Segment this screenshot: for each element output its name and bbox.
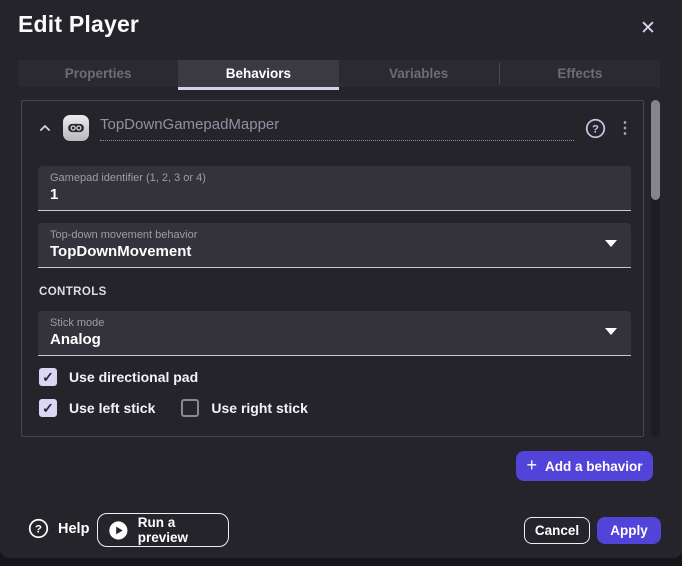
tab-effects[interactable]: Effects: [500, 60, 660, 87]
stick-mode-label: Stick mode: [50, 317, 619, 329]
svg-text:?: ?: [592, 123, 599, 135]
directional-pad-row: ✓ Use directional pad: [39, 367, 198, 387]
run-preview-button[interactable]: Run a preview: [97, 513, 229, 547]
tab-variables[interactable]: Variables: [339, 60, 499, 87]
add-behavior-label: Add a behavior: [545, 459, 643, 474]
apply-button[interactable]: Apply: [597, 517, 661, 544]
check-icon: ✓: [42, 401, 54, 415]
tab-bar: Properties Behaviors Variables Effects: [18, 60, 660, 87]
use-right-stick-checkbox[interactable]: ✓: [181, 399, 199, 417]
tab-behaviors[interactable]: Behaviors: [178, 60, 338, 87]
check-icon: ✓: [42, 370, 54, 384]
run-preview-label: Run a preview: [138, 515, 228, 545]
stick-checkbox-row: ✓ Use left stick ✓ Use right stick: [39, 398, 308, 418]
help-icon: ?: [28, 518, 49, 539]
use-left-stick-label: Use left stick: [69, 400, 155, 416]
dropdown-arrow-icon: [605, 240, 617, 247]
behavior-menu-icon[interactable]: ⋮: [617, 118, 631, 138]
controls-section-label: CONTROLS: [39, 286, 107, 298]
behavior-panel: TopDownGamepadMapper ? ⋮ Gamepad identif…: [21, 100, 644, 437]
help-label: Help: [58, 521, 89, 537]
stick-mode-select[interactable]: Stick mode Analog: [38, 311, 631, 356]
collapse-chevron-up-icon[interactable]: [38, 121, 52, 135]
movement-behavior-select[interactable]: Top-down movement behavior TopDownMoveme…: [38, 223, 631, 268]
gamepad-identifier-field[interactable]: Gamepad identifier (1, 2, 3 or 4) 1: [38, 166, 631, 211]
close-icon[interactable]: ✕: [636, 17, 660, 41]
gamepad-behavior-icon: [63, 115, 89, 141]
behavior-name-field[interactable]: TopDownGamepadMapper: [100, 116, 574, 141]
plus-icon: +: [526, 456, 537, 474]
svg-text:?: ?: [35, 523, 42, 535]
tab-properties[interactable]: Properties: [18, 60, 178, 87]
movement-behavior-value: TopDownMovement: [50, 243, 619, 260]
use-directional-pad-checkbox[interactable]: ✓: [39, 368, 57, 386]
use-left-stick-checkbox[interactable]: ✓: [39, 399, 57, 417]
cancel-button[interactable]: Cancel: [524, 517, 590, 544]
stick-mode-value: Analog: [50, 331, 619, 348]
edit-player-dialog: Edit Player ✕ Properties Behaviors Varia…: [0, 0, 682, 558]
scrollbar-thumb[interactable]: [651, 100, 660, 200]
gamepad-identifier-value: 1: [50, 186, 619, 203]
movement-behavior-label: Top-down movement behavior: [50, 229, 619, 241]
dropdown-arrow-icon: [605, 328, 617, 335]
use-directional-pad-label: Use directional pad: [69, 369, 198, 385]
behavior-header: TopDownGamepadMapper ? ⋮: [38, 111, 631, 145]
add-behavior-button[interactable]: + Add a behavior: [516, 451, 653, 481]
gamepad-identifier-label: Gamepad identifier (1, 2, 3 or 4): [50, 172, 619, 184]
behavior-help-icon[interactable]: ?: [585, 118, 606, 139]
help-button[interactable]: ? Help: [28, 518, 89, 539]
play-icon: [108, 520, 129, 541]
scrollbar-track[interactable]: [651, 100, 660, 437]
use-right-stick-label: Use right stick: [211, 400, 307, 416]
dialog-title: Edit Player: [18, 11, 139, 38]
